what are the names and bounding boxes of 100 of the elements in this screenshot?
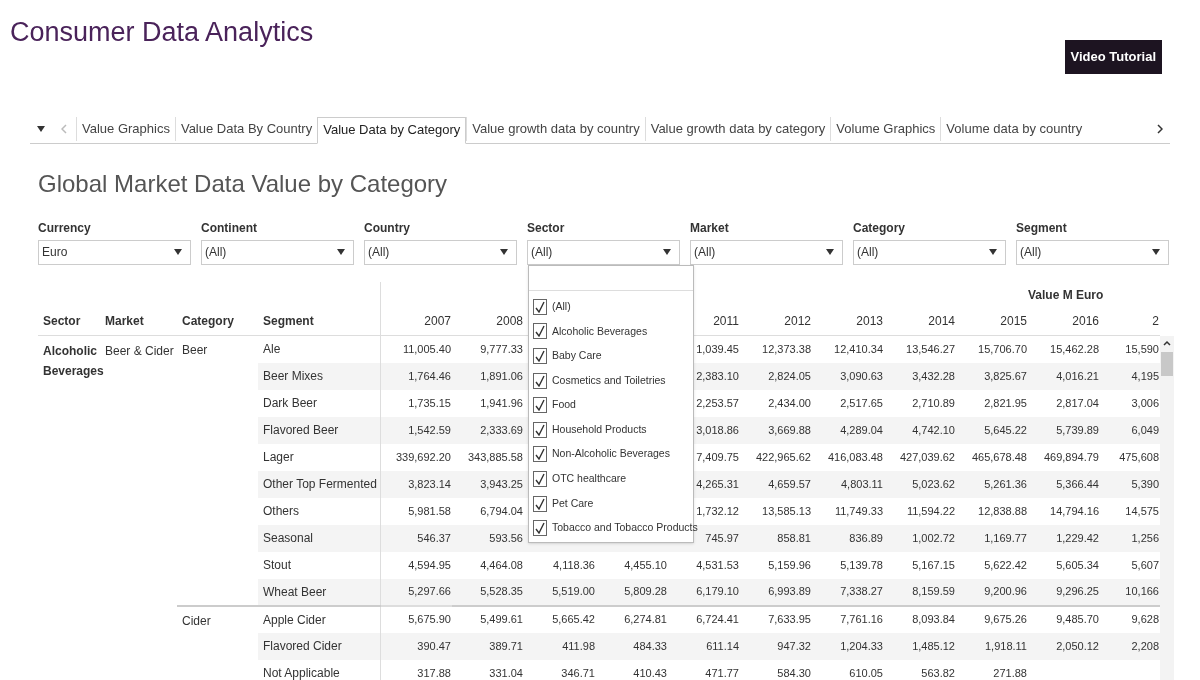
checkbox[interactable] (533, 446, 547, 463)
table-cell: 390.47 (417, 639, 451, 652)
checkbox[interactable] (533, 495, 547, 512)
filter-dropdown[interactable]: (All) (690, 239, 843, 265)
table-cell: 6,724.41 (696, 613, 739, 626)
checkbox[interactable] (533, 348, 547, 364)
table-cell: 947.32 (777, 639, 811, 652)
column-header: Category (182, 314, 234, 328)
table-cell: 9,296.25 (1056, 585, 1099, 598)
table-cell: 7,761.16 (840, 613, 883, 626)
segment-cell: Ale (263, 342, 281, 357)
filter-dropdown[interactable]: (All) (527, 239, 680, 265)
tab[interactable]: Value growth data by category (644, 116, 831, 141)
page-heading: Global Market Data Value by Category (38, 168, 449, 199)
table-cell: 4,195 (1131, 369, 1159, 382)
segment-cell: Flavored Cider (263, 639, 342, 653)
table-cell: 611.14 (706, 639, 739, 652)
table-cell: 4,289.04 (840, 423, 883, 436)
table-cell: 14,794.16 (1050, 504, 1099, 517)
checkbox[interactable] (533, 421, 547, 438)
checkbox[interactable] (533, 298, 547, 315)
table-cell: 4,464.08 (480, 558, 523, 571)
table-cell: 2,253.57 (696, 396, 739, 409)
table-cell: 2,710.89 (912, 396, 955, 409)
table-cell: 11,594.22 (906, 504, 955, 517)
segment-cell: Lager (263, 450, 294, 464)
checkbox[interactable] (533, 372, 547, 389)
sector-cell: Alcoholic Beverages (43, 344, 104, 378)
table-cell: 13,585.13 (762, 504, 811, 517)
dropdown-option[interactable]: Cosmetics and Toiletries (552, 372, 666, 389)
table-cell: 7,338.27 (840, 585, 883, 598)
table-cell: 2,817.04 (1056, 396, 1099, 409)
dropdown-option[interactable]: Non-Alcoholic Beverages (552, 446, 670, 463)
filter-dropdown[interactable]: (All) (201, 239, 354, 265)
checkbox[interactable] (533, 470, 547, 487)
table-cell: 563.82 (921, 666, 955, 679)
filter-label: Continent (201, 219, 258, 237)
caret-icon (500, 249, 508, 255)
table-cell: 5,159.96 (768, 558, 811, 571)
table-cell: 11,749.33 (834, 504, 883, 517)
tab[interactable]: Volume Graphics (830, 116, 941, 141)
column-header: 2015 (1000, 314, 1027, 328)
column-header: 2016 (1072, 314, 1099, 328)
table-cell: 610.05 (849, 666, 883, 679)
table-cell: 4,118.36 (553, 558, 595, 571)
market-cell: Beer & Cider (105, 344, 174, 358)
dropdown-option[interactable]: Baby Care (552, 348, 602, 364)
table-cell: 1,485.12 (912, 639, 955, 652)
table-cell: 484.33 (633, 639, 667, 652)
table-cell: 12,373.38 (762, 343, 811, 355)
scrollbar[interactable] (1160, 335, 1174, 680)
table-cell: 2,824.05 (768, 369, 811, 382)
table-cell: 339,692.20 (395, 450, 451, 463)
table-cell: 5,499.61 (480, 613, 523, 626)
table-cell: 3,823.14 (408, 477, 451, 490)
caret-icon (826, 249, 834, 255)
tab[interactable]: Value Data by Category (317, 116, 467, 144)
segment-cell: Flavored Beer (263, 423, 339, 437)
dropdown-option[interactable]: Alcoholic Beverages (552, 323, 648, 340)
table-cell: 11,005.40 (402, 343, 451, 355)
table-cell: 546.37 (417, 531, 451, 544)
checkbox[interactable] (533, 520, 547, 537)
tab[interactable]: Volume data by country (940, 116, 1088, 141)
dropdown-option[interactable]: Household Products (552, 421, 647, 438)
checkbox[interactable] (533, 397, 547, 414)
checkbox[interactable] (533, 323, 547, 340)
filter-dropdown[interactable]: Euro (38, 239, 191, 265)
tab[interactable]: Value growth data by country (466, 116, 645, 141)
video-tutorial-button[interactable]: Video Tutorial (1064, 40, 1162, 74)
table-cell: 2,333.69 (480, 423, 523, 436)
dropdown-option[interactable]: Pet Care (552, 495, 594, 512)
table-cell: 6,179.10 (696, 585, 739, 598)
column-header: Sector (43, 314, 81, 328)
table-cell: 5,139.78 (840, 558, 883, 571)
dropdown-option[interactable]: (All) (552, 298, 571, 315)
dropdown-option[interactable]: OTC healthcare (552, 471, 627, 487)
table-cell: 6,274.81 (624, 613, 667, 626)
filter-dropdown[interactable]: (All) (853, 239, 1006, 265)
table-cell: 1,918.11 (985, 639, 1027, 652)
category-cell: Cider (182, 613, 211, 628)
column-header: Segment (263, 314, 314, 328)
scrollbar-thumb[interactable] (1161, 351, 1173, 376)
table-cell: 5,622.42 (984, 558, 1027, 571)
table-cell: 6,993.89 (768, 585, 811, 598)
dropdown-option[interactable]: Food (552, 397, 576, 414)
scroll-up-icon (1163, 339, 1171, 346)
table-cell: 346.71 (561, 666, 595, 679)
table-cell: 331.04 (489, 666, 523, 679)
column-header: 2012 (784, 314, 811, 328)
table-cell: 5,981.58 (408, 504, 451, 517)
dropdown-option[interactable]: Tobacco and Tobacco Products (552, 520, 698, 536)
filter-dropdown[interactable]: (All) (364, 239, 517, 265)
table-cell: 1,039.45 (696, 343, 739, 355)
tab[interactable]: Value Graphics (76, 116, 175, 141)
table-cell: 4,803.11 (841, 477, 883, 490)
filter-dropdown[interactable]: (All) (1016, 239, 1169, 265)
table-cell: 5,645.22 (984, 423, 1027, 436)
table-cell: 5,665.42 (552, 613, 595, 626)
table-cell: 4,594.95 (408, 558, 451, 571)
segment-cell: Others (263, 504, 299, 518)
